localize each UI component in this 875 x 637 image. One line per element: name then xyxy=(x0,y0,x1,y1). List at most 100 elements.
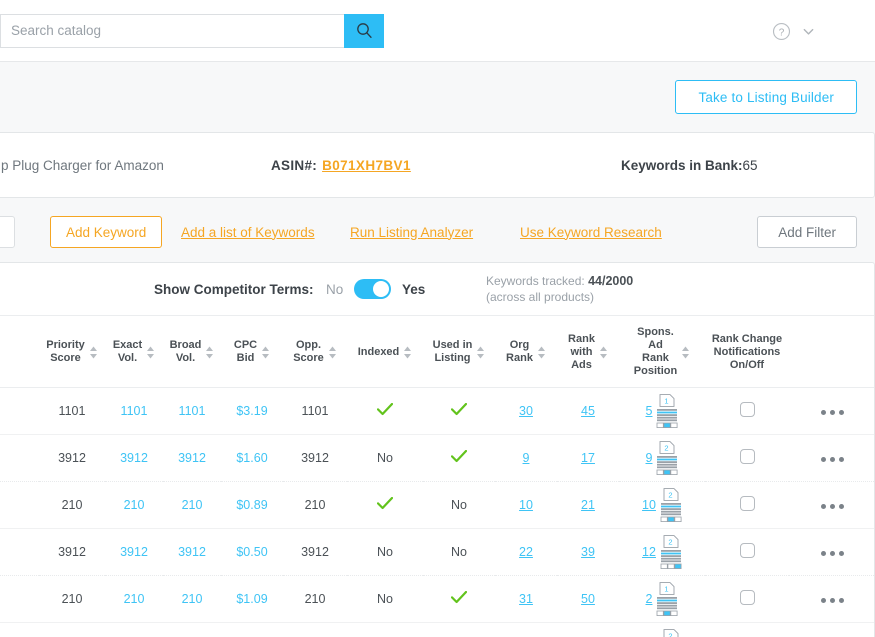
column-header-indexed[interactable]: Indexed xyxy=(347,316,423,388)
svg-text:?: ? xyxy=(779,27,785,38)
spons-ad-rank-link[interactable]: 2 xyxy=(646,592,653,606)
org-rank-link[interactable]: 22 xyxy=(519,545,533,559)
cell-rank-notifications xyxy=(705,481,789,529)
rank-with-ads-link[interactable]: 45 xyxy=(581,404,595,418)
column-header-label: Rank Change Notifications On/Off xyxy=(711,332,783,371)
cell-indexed xyxy=(347,622,423,637)
keywords-tracked-value: 44/2000 xyxy=(588,274,634,288)
cell-used-in-listing: No xyxy=(423,528,495,576)
value-text: No xyxy=(451,498,467,512)
cell-keyword[interactable] xyxy=(0,481,39,529)
sort-icon[interactable] xyxy=(681,346,690,359)
rank-notification-checkbox[interactable] xyxy=(739,590,755,605)
column-header-priority_score[interactable]: Priority Score xyxy=(39,316,105,388)
cell-opp-score: 1101 xyxy=(283,387,347,435)
column-header-spons_ad_rank[interactable]: Spons. Ad Rank Position xyxy=(619,316,705,388)
cell-keyword[interactable] xyxy=(0,387,39,435)
svg-text:2: 2 xyxy=(665,443,669,452)
cell-broad-vol: 3912 xyxy=(163,528,221,576)
cell-exact-vol: 3912 xyxy=(105,528,163,576)
filter-select[interactable] xyxy=(0,216,15,248)
check-icon xyxy=(377,403,393,416)
column-header-label: Spons. Ad Rank Position xyxy=(633,326,678,377)
org-rank-link[interactable]: 9 xyxy=(523,451,530,465)
add-keyword-button[interactable]: Add Keyword xyxy=(50,216,163,248)
row-menu-button[interactable] xyxy=(821,551,844,556)
cell-keyword[interactable] xyxy=(0,434,39,482)
search-button[interactable] xyxy=(344,13,384,48)
cell-cpc-bid: $0.91 xyxy=(221,622,283,637)
cell-row-menu xyxy=(789,434,874,482)
rank-with-ads-link[interactable]: 17 xyxy=(581,451,595,465)
rank-notification-checkbox[interactable] xyxy=(739,543,755,558)
rank-with-ads-link[interactable]: 50 xyxy=(581,592,595,606)
cell-opp-score: 3912 xyxy=(283,528,347,576)
sort-icon[interactable] xyxy=(476,346,485,359)
use-keyword-research-link[interactable]: Use Keyword Research xyxy=(520,225,662,240)
add-filter-button[interactable]: Add Filter xyxy=(757,216,857,248)
cell-org-rank: 10 xyxy=(495,481,557,529)
row-menu-button[interactable] xyxy=(821,457,844,462)
sponsored-page-position-icon: 2 xyxy=(660,488,682,522)
spons-ad-rank-link[interactable]: 10 xyxy=(642,498,656,512)
column-header-opp_score[interactable]: Opp. Score xyxy=(283,316,347,388)
take-to-listing-builder-button[interactable]: Take to Listing Builder xyxy=(675,80,857,114)
spons-ad-rank-link[interactable]: 5 xyxy=(646,404,653,418)
keywords-table-card: Show Competitor Terms: No Yes Keywords t… xyxy=(0,262,875,637)
cell-org-rank: 30 xyxy=(495,387,557,435)
rank-notification-checkbox[interactable] xyxy=(739,496,755,511)
cell-row-menu xyxy=(789,575,874,623)
rank-with-ads-link[interactable]: 39 xyxy=(581,545,595,559)
add-list-of-keywords-link[interactable]: Add a list of Keywords xyxy=(181,225,315,240)
org-rank-link[interactable]: 10 xyxy=(519,498,533,512)
spons-ad-rank-link[interactable]: 9 xyxy=(646,451,653,465)
column-header-menu xyxy=(789,316,874,388)
row-menu-button[interactable] xyxy=(821,598,844,603)
sort-icon[interactable] xyxy=(261,346,270,359)
column-header-exact_vol[interactable]: Exact Vol. xyxy=(105,316,163,388)
sort-icon[interactable] xyxy=(403,346,412,359)
cell-cpc-bid: $0.50 xyxy=(221,528,283,576)
column-header-rank_with_ads[interactable]: Rank with Ads xyxy=(557,316,619,388)
column-header-cpc_bid[interactable]: CPC Bid xyxy=(221,316,283,388)
rank-notification-checkbox[interactable] xyxy=(739,449,755,464)
sort-icon[interactable] xyxy=(146,346,155,359)
sort-icon[interactable] xyxy=(205,346,214,359)
column-header-broad_vol[interactable]: Broad Vol. xyxy=(163,316,221,388)
run-listing-analyzer-link[interactable]: Run Listing Analyzer xyxy=(350,225,473,240)
asin-link[interactable]: B071XH7BV1 xyxy=(322,158,411,173)
cell-indexed: No xyxy=(347,575,423,623)
cell-broad-vol: 4109 xyxy=(163,622,221,637)
row-menu-button[interactable] xyxy=(821,410,844,415)
rank-with-ads-link[interactable]: 21 xyxy=(581,498,595,512)
column-header-org_rank[interactable]: Org Rank xyxy=(495,316,557,388)
cell-keyword[interactable] xyxy=(0,575,39,623)
cell-rank-notifications xyxy=(705,387,789,435)
cell-cpc-bid: $1.60 xyxy=(221,434,283,482)
cell-keyword[interactable] xyxy=(0,622,39,637)
sort-icon[interactable] xyxy=(599,346,608,359)
org-rank-link[interactable]: 31 xyxy=(519,592,533,606)
chevron-down-icon[interactable] xyxy=(802,25,815,38)
row-menu-button[interactable] xyxy=(821,504,844,509)
keywords-tracked: Keywords tracked: 44/2000 (across all pr… xyxy=(486,273,633,305)
sort-icon[interactable] xyxy=(328,346,337,359)
show-competitor-terms-toggle[interactable] xyxy=(354,279,391,299)
help-circle-icon[interactable]: ? xyxy=(772,22,791,41)
cell-keyword[interactable] xyxy=(0,528,39,576)
column-header-label: Exact Vol. xyxy=(112,339,143,364)
product-title: p Plug Charger for Amazon xyxy=(1,157,164,173)
rank-notification-checkbox[interactable] xyxy=(739,402,755,417)
keywords-tracked-note: (across all products) xyxy=(486,290,595,304)
spons-ad-rank-link[interactable]: 12 xyxy=(642,545,656,559)
column-header-used_in_listing[interactable]: Used in Listing xyxy=(423,316,495,388)
sort-icon[interactable] xyxy=(89,346,98,359)
cell-rank-with-ads: 45 xyxy=(557,387,619,435)
sponsored-page-position-icon: 2 xyxy=(657,441,678,475)
search-input[interactable] xyxy=(0,13,344,48)
org-rank-link[interactable]: 30 xyxy=(519,404,533,418)
sort-icon[interactable] xyxy=(537,346,546,359)
cell-spons-ad-rank: 10 2 xyxy=(619,481,705,529)
cell-opp-score: 3912 xyxy=(283,434,347,482)
table-body: 1101 1101 1101 $3.19 1101 30 45 5 1 3912 3912 3912… xyxy=(0,387,874,637)
